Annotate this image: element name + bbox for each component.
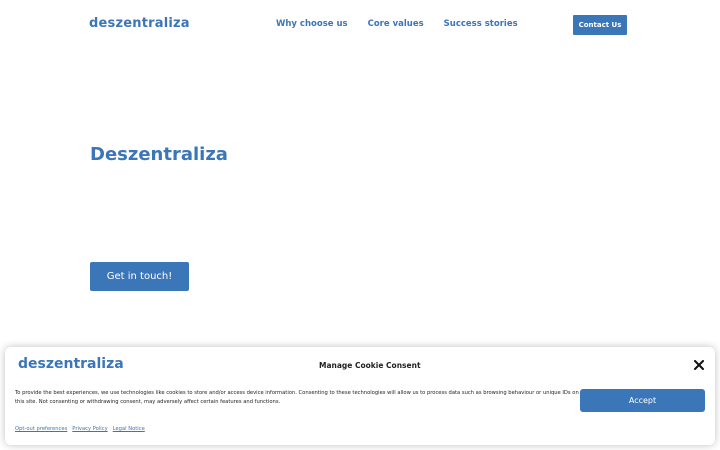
hero-title: Deszentraliza <box>90 144 228 165</box>
site-logo[interactable]: deszentraliza <box>89 16 190 31</box>
legal-notice-link[interactable]: Legal Notice <box>113 426 145 432</box>
cookie-banner-logo: deszentraliza <box>18 356 124 372</box>
get-in-touch-button[interactable]: Get in touch! <box>90 262 189 291</box>
contact-us-button[interactable]: Contact Us <box>573 15 627 35</box>
nav-why-choose-us[interactable]: Why choose us <box>276 19 348 29</box>
privacy-policy-link[interactable]: Privacy Policy <box>72 426 107 432</box>
close-icon-glyph <box>694 360 704 370</box>
main-nav: Why choose us Core values Success storie… <box>276 19 518 29</box>
page: deszentraliza Why choose us Core values … <box>0 0 720 450</box>
cookie-banner-links: Opt-out preferences Privacy Policy Legal… <box>15 426 145 432</box>
opt-out-preferences-link[interactable]: Opt-out preferences <box>15 426 67 432</box>
cookie-banner-title: Manage Cookie Consent <box>319 361 421 370</box>
accept-button[interactable]: Accept <box>580 389 705 412</box>
nav-core-values[interactable]: Core values <box>368 19 424 29</box>
close-icon[interactable] <box>693 359 705 371</box>
cookie-banner: deszentraliza Manage Cookie Consent To p… <box>5 347 715 445</box>
nav-success-stories[interactable]: Success stories <box>444 19 518 29</box>
cookie-banner-text: To provide the best experiences, we use … <box>15 390 579 405</box>
